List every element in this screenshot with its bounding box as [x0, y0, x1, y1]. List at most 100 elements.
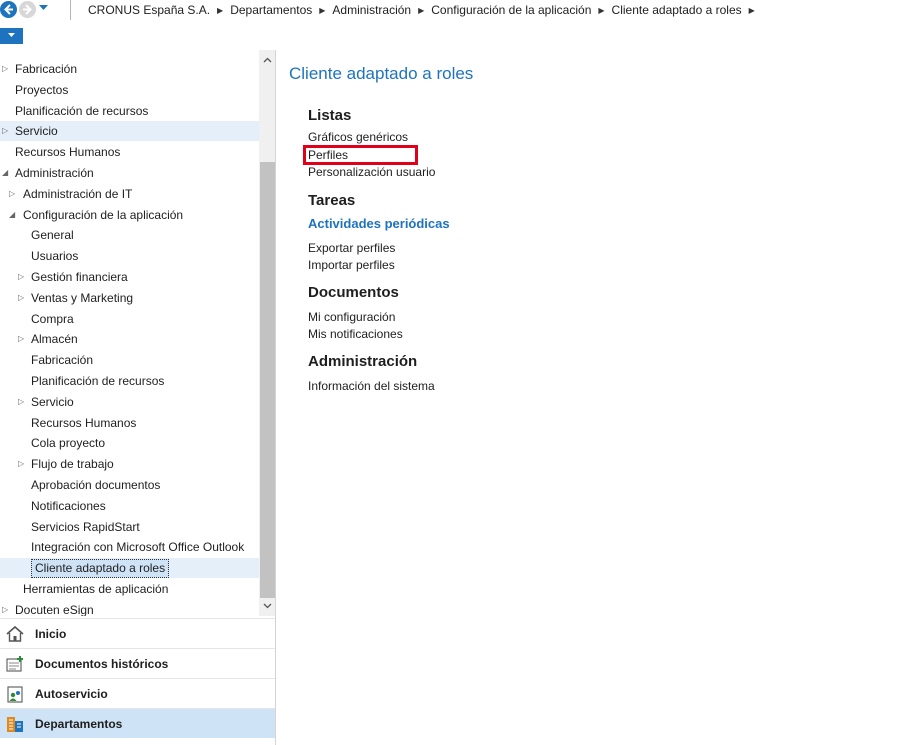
- expand-arrow-icon[interactable]: ▷: [2, 121, 8, 141]
- breadcrumb-separator-icon[interactable]: ▶: [319, 6, 325, 15]
- tree-item-administracion[interactable]: ◢ Administración: [0, 163, 259, 183]
- nav-button-departamentos[interactable]: Departamentos: [0, 708, 275, 738]
- link-mis-notificaciones[interactable]: Mis notificaciones: [308, 327, 403, 341]
- breadcrumb-item-cliente-adaptado-a-roles[interactable]: Cliente adaptado a roles: [612, 3, 742, 17]
- link-graficos-genericos[interactable]: Gráficos genéricos: [308, 130, 408, 144]
- tree-item-label: Fabricación: [31, 353, 94, 368]
- breadcrumb-item-configuracion-de-la-aplicacion[interactable]: Configuración de la aplicación: [431, 3, 591, 17]
- nav-button-inicio[interactable]: Inicio: [0, 618, 275, 648]
- tree-item-planificacion-de-recursos[interactable]: Planificación de recursos: [0, 371, 259, 391]
- chevron-down-icon: [8, 33, 15, 37]
- tree-item-label: Cliente adaptado a roles: [31, 559, 170, 579]
- tree-item-label: Recursos Humanos: [15, 145, 121, 160]
- link-label: Mi configuración: [308, 310, 396, 324]
- scroll-thumb[interactable]: [260, 162, 275, 598]
- collapse-arrow-icon[interactable]: ◢: [9, 205, 15, 225]
- section-heading-listas: Listas: [308, 107, 352, 124]
- history-dropdown-icon[interactable]: [39, 5, 48, 11]
- tree-item-ventas-y-marketing[interactable]: ▷ Ventas y Marketing: [0, 288, 259, 308]
- navigation-pane: ▷ Fabricación Proyectos Planificación de re…: [0, 50, 276, 745]
- nav-button-label: Inicio: [35, 626, 67, 641]
- scroll-down-icon[interactable]: [262, 600, 273, 611]
- tree-item-servicio[interactable]: ▷ Servicio: [0, 392, 259, 412]
- page-title: Cliente adaptado a roles: [289, 64, 474, 83]
- scroll-up-icon[interactable]: [262, 55, 273, 66]
- link-informacion-del-sistema[interactable]: Información del sistema: [308, 379, 435, 393]
- breadcrumb-item-cronus-espana-s-a[interactable]: CRONUS España S.A.: [88, 3, 210, 17]
- tree-item-herramientas-de-aplicacion[interactable]: Herramientas de aplicación: [0, 579, 259, 599]
- tree-item-servicio[interactable]: ▷ Servicio: [0, 121, 259, 142]
- link-exportar-perfiles[interactable]: Exportar perfiles: [308, 241, 395, 255]
- expand-arrow-icon[interactable]: ▷: [2, 59, 8, 79]
- tree-item-servicios-rapidstart[interactable]: Servicios RapidStart: [0, 517, 259, 537]
- tree-item-label: Fabricación: [15, 62, 78, 76]
- expand-arrow-icon[interactable]: ▷: [18, 329, 24, 349]
- tree-item-general[interactable]: General: [0, 225, 259, 245]
- link-label: Exportar perfiles: [308, 241, 396, 255]
- self-service-icon: [5, 684, 25, 704]
- breadcrumb-item-administracion[interactable]: Administración: [332, 3, 411, 17]
- breadcrumb: CRONUS España S.A. ▶ Departamentos ▶ Adminis…: [88, 3, 762, 17]
- link-actividades-periodicas[interactable]: Actividades periódicas: [308, 216, 450, 231]
- tree-item-label: Recursos Humanos: [31, 415, 137, 430]
- link-label: Gráficos genéricos: [308, 130, 409, 144]
- tree-item-configuracion-de-la-aplicacion[interactable]: ◢ Configuración de la aplicación: [0, 205, 259, 225]
- tree-item-gestion-financiera[interactable]: ▷ Gestión financiera: [0, 267, 259, 287]
- breadcrumb-separator-icon[interactable]: ▶: [598, 6, 604, 15]
- navigation-tree: ▷ Fabricación Proyectos Planificación de re…: [0, 50, 259, 616]
- nav-button-documentos-historicos[interactable]: Documentos históricos: [0, 648, 275, 678]
- tree-item-proyectos[interactable]: Proyectos: [0, 80, 259, 100]
- tree-item-docuten-esign[interactable]: ▷ Docuten eSign: [0, 600, 259, 616]
- tree-item-compra[interactable]: Compra: [0, 309, 259, 329]
- expand-arrow-icon[interactable]: ▷: [2, 600, 8, 616]
- tree-item-recursos-humanos[interactable]: Recursos Humanos: [0, 413, 259, 433]
- tree-item-flujo-de-trabajo[interactable]: ▷ Flujo de trabajo: [0, 454, 259, 474]
- tree-item-administracion-de-it[interactable]: ▷ Administración de IT: [0, 184, 259, 204]
- tree-item-aprobacion-documentos[interactable]: Aprobación documentos: [0, 475, 259, 495]
- tree-item-usuarios[interactable]: Usuarios: [0, 246, 259, 266]
- tree-item-integracion-con-microsoft-office-outlook[interactable]: Integración con Microsoft Office Outlook: [0, 537, 259, 557]
- link-mi-configuracion[interactable]: Mi configuración: [308, 310, 395, 324]
- expand-arrow-icon[interactable]: ▷: [18, 288, 24, 308]
- breadcrumb-separator-icon[interactable]: ▶: [418, 6, 424, 15]
- expand-arrow-icon[interactable]: ▷: [18, 392, 24, 412]
- tree-item-label: Integración con Microsoft Office Outlook: [31, 540, 245, 555]
- section-heading-administracion: Administración: [308, 353, 418, 370]
- address-separator: [70, 0, 71, 20]
- tree-item-notificaciones[interactable]: Notificaciones: [0, 496, 259, 516]
- tree-item-label: Flujo de trabajo: [31, 457, 114, 472]
- expand-arrow-icon[interactable]: ▷: [18, 267, 24, 287]
- tree-item-label: Docuten eSign: [15, 602, 94, 616]
- breadcrumb-separator-icon[interactable]: ▶: [749, 6, 755, 15]
- tree-item-label: Configuración de la aplicación: [23, 207, 184, 222]
- link-importar-perfiles[interactable]: Importar perfiles: [308, 258, 395, 272]
- tree-item-label: Aprobación documentos: [31, 478, 161, 492]
- expand-arrow-icon[interactable]: ▷: [18, 454, 24, 474]
- collapse-arrow-icon[interactable]: ◢: [2, 163, 8, 183]
- tree-item-fabricacion[interactable]: Fabricación: [0, 350, 259, 370]
- expand-arrow-icon[interactable]: ▷: [9, 184, 15, 204]
- tree-item-planificacion-de-recursos[interactable]: Planificación de recursos: [0, 101, 259, 121]
- ribbon-toggle-button[interactable]: [0, 28, 23, 44]
- tree-item-recursos-humanos[interactable]: Recursos Humanos: [0, 142, 259, 162]
- tree-item-label: Ventas y Marketing: [31, 290, 134, 305]
- tree-item-label: Servicio: [31, 394, 74, 409]
- back-button[interactable]: [0, 1, 17, 18]
- forward-button[interactable]: [19, 1, 36, 18]
- tree-item-fabricacion[interactable]: ▷ Fabricación: [0, 59, 259, 79]
- nav-button-autoservicio[interactable]: Autoservicio: [0, 678, 275, 708]
- link-label: Importar perfiles: [308, 258, 395, 272]
- breadcrumb-item-departamentos[interactable]: Departamentos: [230, 3, 312, 17]
- link-personalizacion-usuario[interactable]: Personalización usuario: [308, 165, 435, 179]
- tree-item-cliente-adaptado-a-roles[interactable]: Cliente adaptado a roles: [0, 558, 259, 579]
- navigation-buttons: Inicio Documentos históricos Autoservicio D…: [0, 618, 275, 738]
- link-label: Mis notificaciones: [308, 327, 403, 341]
- tree-item-almacen[interactable]: ▷ Almacén: [0, 329, 259, 349]
- tree-item-cola-proyecto[interactable]: Cola proyecto: [0, 433, 259, 453]
- arrow-left-icon: [4, 4, 13, 15]
- link-perfiles[interactable]: Perfiles: [303, 145, 418, 165]
- arrow-right-icon: [23, 4, 32, 15]
- tree-scrollbar[interactable]: [259, 50, 275, 616]
- section-heading-tareas: Tareas: [308, 192, 356, 209]
- breadcrumb-separator-icon[interactable]: ▶: [217, 6, 223, 15]
